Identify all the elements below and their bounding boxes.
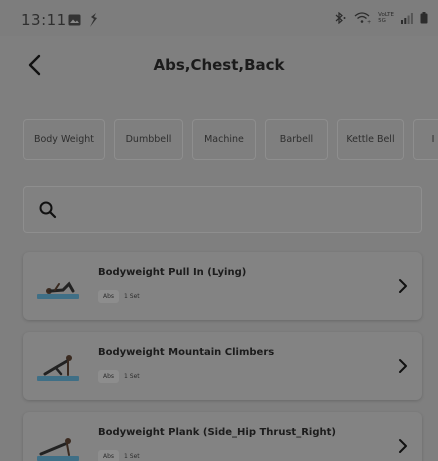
exercise-name: Bodyweight Mountain Climbers	[98, 347, 275, 358]
search-box[interactable]	[23, 186, 422, 233]
muscle-tag: Abs	[98, 450, 120, 461]
status-bar: 13:11 + VoLTE 5G	[0, 0, 438, 36]
filter-chip-body-weight[interactable]: Body Weight	[23, 119, 105, 160]
search-icon	[39, 201, 57, 219]
filter-chip-label: Dumbbell	[125, 134, 172, 145]
exercise-card[interactable]: Bodyweight Pull In (Lying) Abs 1 Set	[23, 252, 422, 320]
filter-chip-label: Barbell	[279, 134, 314, 145]
filter-chip-kettle-bell[interactable]: Kettle Bell	[337, 119, 404, 160]
image-icon	[68, 14, 81, 26]
mountain-climber-icon	[37, 355, 79, 381]
app-header: Abs,Chest,Back	[0, 36, 438, 96]
filter-chip-more[interactable]: I	[413, 119, 438, 160]
sets-count: 1 Set	[124, 453, 140, 460]
app-notification-icon	[90, 13, 97, 27]
filter-chip-barbell[interactable]: Barbell	[265, 119, 328, 160]
search-input[interactable]	[72, 195, 402, 225]
exercise-meta: Abs 1 Set	[98, 450, 140, 461]
side-plank-icon	[37, 438, 79, 461]
status-right-icons: + VoLTE 5G	[334, 12, 428, 24]
lying-pull-in-icon	[37, 281, 79, 299]
wifi-icon: +	[354, 12, 371, 24]
exercise-card[interactable]: Bodyweight Mountain Climbers Abs 1 Set	[23, 332, 422, 400]
bluetooth-icon	[335, 12, 346, 24]
chevron-right-icon	[399, 439, 407, 453]
muscle-tag: Abs	[98, 370, 120, 383]
filter-chip-machine[interactable]: Machine	[192, 119, 256, 160]
exercise-meta: Abs 1 Set	[98, 290, 140, 303]
exercise-meta: Abs 1 Set	[98, 370, 140, 383]
exercise-name: Bodyweight Plank (Side_Hip Thrust_Right)	[98, 427, 336, 438]
sets-count: 1 Set	[124, 293, 140, 300]
volte-5g-icon: VoLTE 5G	[378, 12, 394, 24]
equipment-filter-bar: Body Weight Dumbbell Machine Barbell Ket…	[23, 119, 438, 160]
svg-text:+: +	[367, 20, 371, 25]
filter-chip-label: I	[431, 134, 435, 145]
chevron-right-icon	[399, 359, 407, 373]
filter-chip-label: Kettle Bell	[346, 134, 395, 145]
muscle-tag: Abs	[98, 290, 120, 303]
filter-chip-dumbbell[interactable]: Dumbbell	[114, 119, 183, 160]
chevron-right-icon	[399, 279, 407, 293]
sets-count: 1 Set	[124, 373, 140, 380]
signal-icon	[401, 12, 413, 24]
status-time: 13:11	[21, 11, 67, 29]
status-left-icons	[68, 13, 98, 27]
filter-chip-label: Machine	[204, 134, 244, 145]
page-title: Abs,Chest,Back	[153, 56, 285, 74]
exercise-card[interactable]: Bodyweight Plank (Side_Hip Thrust_Right)…	[23, 412, 422, 461]
network-label: 5G	[378, 18, 386, 24]
exercise-name: Bodyweight Pull In (Lying)	[98, 267, 247, 278]
battery-icon	[420, 12, 428, 24]
filter-chip-label: Body Weight	[33, 134, 95, 145]
